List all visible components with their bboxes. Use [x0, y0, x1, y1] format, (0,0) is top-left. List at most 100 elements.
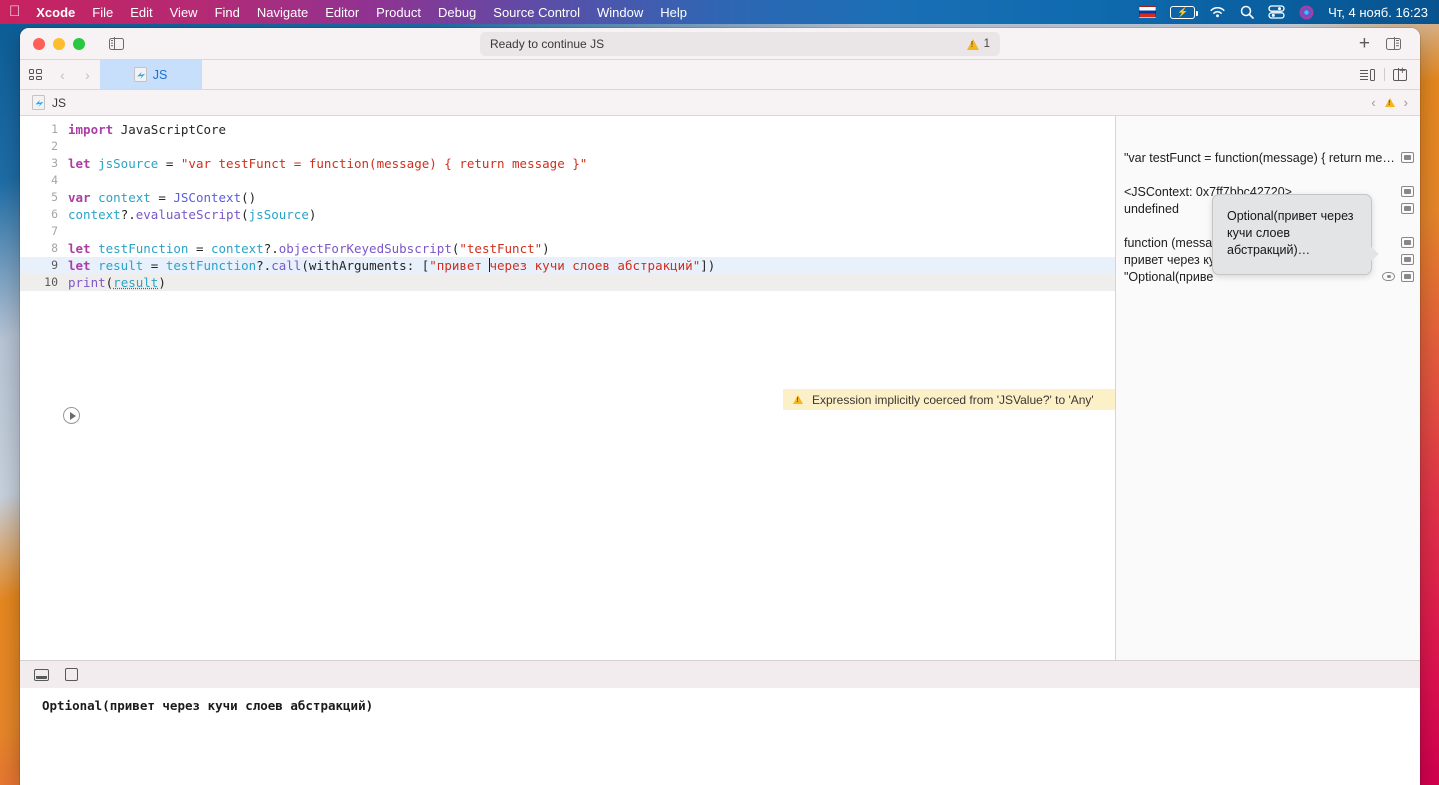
add-button[interactable]: + [1359, 34, 1370, 53]
menu-item-edit[interactable]: Edit [130, 5, 152, 20]
warning-triangle-icon[interactable] [1384, 98, 1395, 107]
quick-look-button[interactable] [1401, 203, 1414, 214]
quick-look-button[interactable] [1401, 152, 1414, 163]
result-row[interactable]: "var testFunct = function(message) { ret… [1116, 149, 1420, 166]
tooltip-text: Optional(привет через кучи слоев абстрак… [1227, 209, 1354, 257]
close-button[interactable] [33, 37, 45, 50]
flag-ru-icon[interactable] [1139, 6, 1157, 18]
quick-look-button[interactable] [1401, 254, 1414, 265]
code-text: let testFunction = context?.objectForKey… [68, 241, 550, 256]
code-line[interactable]: 1 import JavaScriptCore [20, 121, 1115, 138]
warning-triangle-icon [966, 38, 979, 50]
battery-charging-icon[interactable]: ⚡ [1170, 5, 1199, 19]
breadcrumb-bar: JS ‹ › [20, 90, 1420, 116]
siri-icon[interactable] [1299, 5, 1314, 20]
divider [1384, 68, 1385, 81]
menu-bar-clock[interactable]: Чт, 4 нояб. 16:23 [1328, 5, 1428, 20]
menu-item-xcode[interactable]: Xcode [36, 5, 75, 20]
menu-item-debug[interactable]: Debug [438, 5, 476, 20]
control-center-icon[interactable] [1268, 5, 1285, 19]
result-value: "var testFunct = function(message) { ret… [1124, 150, 1395, 165]
inline-warning-banner[interactable]: Expression implicitly coerced from 'JSVa… [783, 389, 1115, 410]
console-output-line: Optional(привет через кучи слоев абстрак… [42, 698, 374, 713]
inline-warning-text: Expression implicitly coerced from 'JSVa… [812, 392, 1094, 407]
nav-back-button[interactable]: ‹ [50, 60, 75, 89]
code-line[interactable]: 3 let jsSource = "var testFunct = functi… [20, 155, 1115, 172]
tab-bar-right-controls [1360, 60, 1420, 89]
toolbar-right-controls: + [1359, 32, 1420, 56]
line-number: 2 [51, 139, 58, 153]
editor-area: 1 import JavaScriptCore 2 3 let jsSource… [20, 116, 1420, 660]
code-line[interactable]: 5 var context = JSContext() [20, 189, 1115, 206]
toggle-variables-icon[interactable] [65, 668, 78, 681]
search-icon[interactable] [1240, 5, 1254, 19]
code-text: let result = testFunction?.call(withArgu… [68, 258, 716, 273]
wifi-icon[interactable] [1209, 6, 1226, 19]
quick-look-button[interactable] [1401, 271, 1414, 282]
line-number: 1 [51, 122, 58, 136]
quick-look-tooltip: Optional(привет через кучи слоев абстрак… [1212, 194, 1379, 275]
source-editor[interactable]: 1 import JavaScriptCore 2 3 let jsSource… [20, 116, 1115, 660]
quick-look-button[interactable] [1401, 237, 1414, 248]
add-editor-button[interactable] [1393, 66, 1407, 81]
debug-console[interactable]: Optional(привет через кучи слоев абстрак… [20, 688, 1420, 785]
menu-bar:  Xcode File Edit View Find Navigate Edi… [0, 0, 1439, 24]
toggle-navigator-button[interactable] [103, 32, 129, 56]
code-text: let jsSource = "var testFunct = function… [68, 156, 588, 171]
menu-item-editor[interactable]: Editor [325, 5, 359, 20]
code-line-selected[interactable]: 9 let result = testFunction?.call(withAr… [20, 257, 1115, 274]
code-line[interactable]: 6 context?.evaluateScript(jsSource) [20, 206, 1115, 223]
code-line-current[interactable]: 10 print(result) [20, 274, 1115, 291]
tab-overview-icon [28, 69, 42, 80]
menu-bar-status-area: ⚡ Чт, 4 нояб. 16:23 [1139, 5, 1439, 20]
swift-file-icon [32, 95, 45, 110]
breadcrumb-file-label[interactable]: JS [52, 96, 66, 110]
menu-item-view[interactable]: View [170, 5, 198, 20]
window-controls [20, 37, 85, 50]
code-line[interactable]: 8 let testFunction = context?.objectForK… [20, 240, 1115, 257]
results-sidebar: "var testFunct = function(message) { ret… [1115, 116, 1420, 660]
minimize-button[interactable] [53, 37, 65, 50]
editor-tab-bar: ‹ › JS [20, 60, 1420, 90]
tab-overview-button[interactable] [20, 60, 50, 89]
line-number: 10 [44, 275, 58, 289]
line-number: 9 [51, 258, 58, 272]
xcode-window: Ready to continue JS 1 + ‹ › JS [20, 28, 1420, 785]
code-line[interactable]: 4 [20, 172, 1115, 189]
warning-count: 1 [983, 38, 990, 50]
issue-previous-button[interactable]: ‹ [1371, 95, 1375, 110]
menu-item-find[interactable]: Find [215, 5, 240, 20]
status-text: Ready to continue JS [490, 37, 605, 51]
code-line[interactable]: 2 [20, 138, 1115, 155]
menu-item-product[interactable]: Product [376, 5, 421, 20]
status-bar[interactable]: Ready to continue JS 1 [480, 32, 1000, 56]
apple-logo-icon[interactable]:  [9, 4, 20, 21]
code-line[interactable]: 7 [20, 223, 1115, 240]
line-number: 4 [51, 173, 58, 187]
nav-forward-button[interactable]: › [75, 60, 100, 89]
line-number: 6 [51, 207, 58, 221]
code-text: context?.evaluateScript(jsSource) [68, 207, 317, 222]
tab-js[interactable]: JS [100, 60, 202, 89]
editor-options-button[interactable] [1360, 68, 1376, 81]
tab-js-label: JS [152, 67, 168, 82]
menu-item-navigate[interactable]: Navigate [257, 5, 308, 20]
menu-item-help[interactable]: Help [660, 5, 687, 20]
quick-look-button[interactable] [1401, 186, 1414, 197]
menu-item-file[interactable]: File [92, 5, 113, 20]
zoom-button[interactable] [73, 37, 85, 50]
issue-navigation-controls: ‹ › [1371, 95, 1420, 110]
issue-next-button[interactable]: › [1404, 95, 1408, 110]
warning-indicator[interactable]: 1 [966, 38, 990, 50]
swift-file-icon [133, 67, 147, 82]
code-text: print(result) [68, 275, 166, 290]
menu-item-source-control[interactable]: Source Control [493, 5, 580, 20]
run-line-button[interactable] [63, 407, 80, 424]
toggle-inspector-button[interactable] [1380, 32, 1406, 56]
menu-item-window[interactable]: Window [597, 5, 643, 20]
warning-triangle-icon [793, 395, 803, 404]
toggle-console-icon[interactable] [34, 668, 49, 681]
quick-look-eye-icon[interactable] [1382, 272, 1395, 281]
code-text: var context = JSContext() [68, 190, 257, 205]
line-number: 5 [51, 190, 58, 204]
